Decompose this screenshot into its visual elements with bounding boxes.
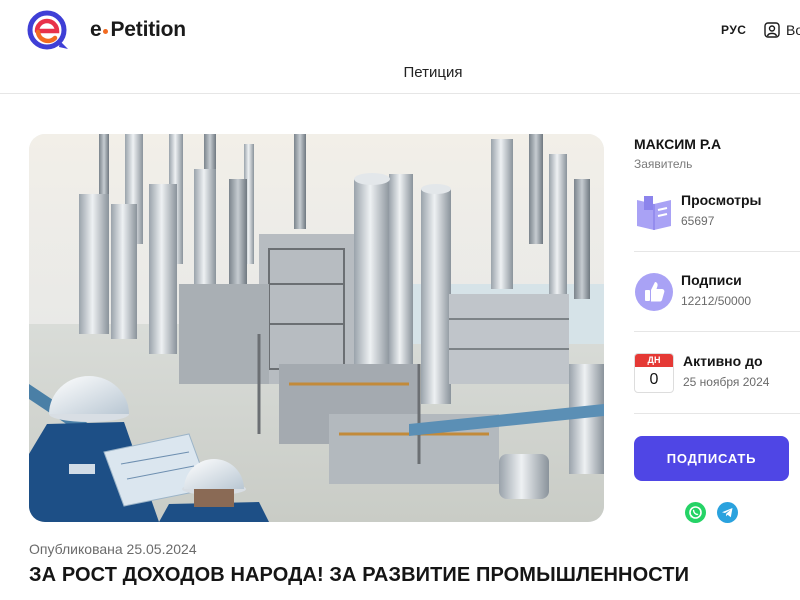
signatures-stat: Подписи 12212/50000 [634,272,751,312]
brand-name[interactable]: e Petition [90,18,186,42]
divider [634,413,800,414]
language-switcher[interactable]: РУС [721,23,746,37]
calendar-icon: ДН 0 [634,353,674,393]
signatures-value: 12212/50000 [681,294,752,308]
views-label: Просмотры [681,192,762,208]
page: e Petition РУС Войти Петиция [0,0,800,600]
published-date: Опубликована 25.05.2024 [29,541,197,557]
brand-label: Petition [110,18,186,41]
brand-dot [103,28,109,34]
telegram-share-button[interactable] [717,502,738,523]
brand-prefix: e [90,18,102,41]
views-value: 65697 [681,214,715,228]
divider [634,331,800,332]
header: e Petition РУС Войти Петиция [0,0,800,94]
days-label: ДН [635,354,673,367]
telegram-icon [722,508,733,518]
nav-petition[interactable]: Петиция [0,64,800,81]
signatures-label: Подписи [681,272,742,288]
days-value: 0 [649,371,659,388]
author-name: МАКСИМ Р.А [634,136,722,152]
views-icon [637,196,671,230]
author-role: Заявитель [634,157,693,171]
thumbs-up-icon [635,273,673,311]
login-button[interactable]: Войти [764,20,800,40]
active-label: Активно до [683,353,763,369]
divider [634,251,800,252]
whatsapp-share-button[interactable] [685,502,706,523]
whatsapp-icon [689,506,702,519]
e-petition-logo[interactable] [26,8,72,52]
views-stat: Просмотры 65697 [634,192,762,232]
petition-title: ЗА РОСТ ДОХОДОВ НАРОДА! ЗА РАЗВИТИЕ ПРОМ… [29,564,690,586]
active-value: 25 ноября 2024 [683,375,770,389]
petition-image [29,134,604,522]
user-icon [764,22,780,38]
sign-button[interactable]: ПОДПИСАТЬ [634,436,789,481]
login-label: Войти [786,22,800,38]
active-until-stat: ДН 0 Активно до 25 ноября 2024 [634,353,769,393]
